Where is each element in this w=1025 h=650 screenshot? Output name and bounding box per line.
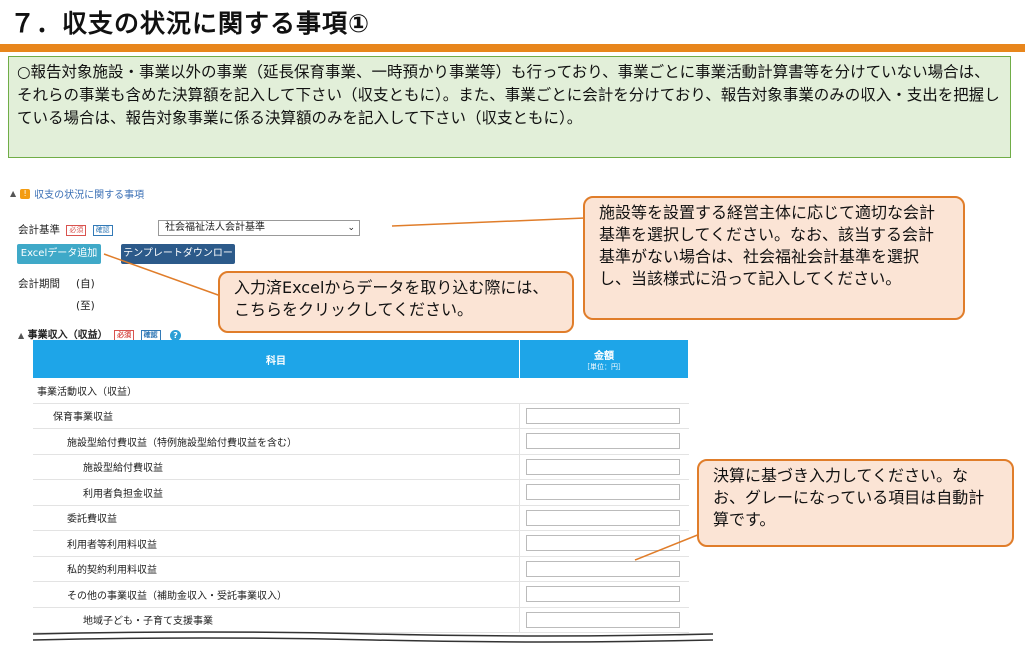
callout-input-guidance: 決算に基づき入力してください。なお、グレーになっている項目は自動計算です。 [697, 459, 1014, 547]
callout-accounting-standard: 施設等を設置する経営主体に応じて適切な会計基準を選択してください。なお、該当する… [583, 196, 965, 320]
callout-excel-import: 入力済Excelからデータを取り込む際には、こちらをクリックしてください。 [218, 271, 574, 333]
